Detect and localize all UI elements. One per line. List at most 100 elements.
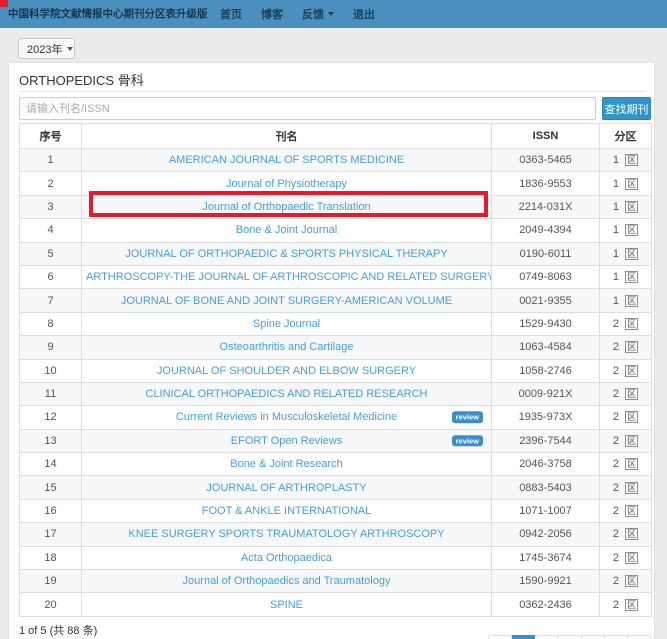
zone-cell: 1 区	[600, 242, 652, 265]
table-row: 8Spine Journal1529-94302 区	[20, 312, 652, 335]
pagination-item[interactable]: 3	[558, 635, 581, 639]
zone-cell: 2 区	[600, 476, 652, 499]
zone-box-icon: 区	[625, 341, 638, 353]
zone-cell: 2 区	[600, 593, 652, 616]
row-index: 5	[20, 242, 82, 265]
journal-link[interactable]: Bone & Joint Research	[230, 458, 343, 470]
table-row: 5 JOURNAL OF ORTHOPAEDIC & SPORTS PHYSICA…	[20, 242, 652, 265]
year-dropdown-button[interactable]: 2023年	[18, 38, 75, 59]
pagination-item[interactable]: 1	[512, 635, 535, 639]
annotation-corner-marker	[0, 0, 8, 7]
zone-cell: 1 区	[600, 265, 652, 288]
journal-name-cell: FOOT & ANKLE INTERNATIONAL	[82, 499, 492, 522]
nav-item[interactable]: 反馈	[302, 6, 334, 22]
journal-link[interactable]: SPINE	[270, 599, 303, 611]
journal-link[interactable]: EFORT Open Reviews	[231, 435, 342, 447]
journal-link[interactable]: JOURNAL OF ARTHROPLASTY	[206, 482, 366, 494]
journal-link[interactable]: JOURNAL OF ORTHOPAEDIC & SPORTS PHYSICAL…	[125, 248, 447, 260]
issn-cell: 0942-2056	[492, 523, 600, 546]
row-index: 11	[20, 382, 82, 405]
pagination-item[interactable]: 5	[605, 635, 628, 639]
zone-cell: 1 区	[600, 195, 652, 218]
zone-box-icon: 区	[625, 575, 638, 587]
table-row: 12 Current Reviews in Musculoskeletal Med…	[20, 406, 652, 429]
header-index: 序号	[20, 124, 82, 149]
page: 中国科学院文献情报中心期刊分区表升级版 首页 博客 反馈 退出 2023年 ORTHO…	[0, 0, 667, 639]
caret-down-icon	[67, 47, 73, 51]
journal-link[interactable]: Journal of Physiotherapy	[226, 178, 347, 190]
table-row: 19Journal of Orthopaedics and Traumatolo…	[20, 570, 652, 593]
zone-box-icon: 区	[625, 178, 638, 190]
zone-cell: 2 区	[600, 382, 652, 405]
row-index: 2	[20, 172, 82, 195]
journal-link[interactable]: Acta Orthopaedica	[241, 552, 332, 564]
issn-cell: 1836-9553	[492, 172, 600, 195]
row-index: 13	[20, 429, 82, 452]
table-row: 20 SPINE 0362-24362 区	[20, 593, 652, 616]
table-row: 9Osteoarthritis and Cartilage1063-45842 …	[20, 336, 652, 359]
search-button[interactable]: 查找期刊	[602, 97, 651, 120]
nav-item[interactable]: 博客	[261, 6, 283, 22]
journal-link[interactable]: Spine Journal	[253, 318, 320, 330]
journal-link[interactable]: Current Reviews in Musculoskeletal Medic…	[176, 411, 397, 423]
journal-name-cell: CLINICAL ORTHOPAEDICS AND RELATED RESEAR…	[82, 382, 492, 405]
nav-item[interactable]: 退出	[353, 6, 375, 22]
journal-name-cell: Journal of Orthopaedics and Traumatology	[82, 570, 492, 593]
pagination-item[interactable]: »	[628, 635, 651, 639]
content-panel: ORTHOPEDICS 骨科 查找期刊 序号 刊名 ISSN 分区 1AMERI…	[8, 62, 655, 639]
row-index: 20	[20, 593, 82, 616]
search-input[interactable]	[19, 97, 596, 120]
journal-name-cell: Bone & Joint Journal	[82, 219, 492, 242]
nav-item[interactable]: 首页	[220, 6, 242, 22]
issn-cell: 0009-921X	[492, 382, 600, 405]
journal-link[interactable]: Bone & Joint Journal	[236, 224, 338, 236]
table-row: 4Bone & Joint Journal2049-43941 区	[20, 219, 652, 242]
journal-name-cell: JOURNAL OF ARTHROPLASTY	[82, 476, 492, 499]
pagination-item[interactable]: 4	[582, 635, 605, 639]
journal-link[interactable]: JOURNAL OF SHOULDER AND ELBOW SURGERY	[157, 365, 416, 377]
year-label: 2023年	[27, 41, 62, 57]
pagination-item[interactable]: 2	[535, 635, 558, 639]
site-title: 中国科学院文献情报中心期刊分区表升级版	[8, 0, 208, 28]
issn-cell: 0362-2436	[492, 593, 600, 616]
zone-box-icon: 区	[625, 528, 638, 540]
journal-name-cell: SPINE	[82, 593, 492, 616]
row-index: 16	[20, 499, 82, 522]
top-navbar: 中国科学院文献情报中心期刊分区表升级版 首页 博客 反馈 退出	[0, 0, 667, 28]
pagination-summary: 1 of 5 (共 88 条)	[19, 622, 97, 638]
pagination-item[interactable]: «	[488, 635, 512, 639]
issn-cell: 1058-2746	[492, 359, 600, 382]
row-index: 6	[20, 265, 82, 288]
issn-cell: 1071-1007	[492, 499, 600, 522]
zone-cell: 2 区	[600, 453, 652, 476]
zone-box-icon: 区	[625, 295, 638, 307]
journal-link[interactable]: KNEE SURGERY SPORTS TRAUMATOLOGY ARTHROS…	[128, 528, 444, 540]
journal-link[interactable]: AMERICAN JOURNAL OF SPORTS MEDICINE	[169, 154, 404, 166]
journal-name-cell: Current Reviews in Musculoskeletal Medic…	[82, 406, 492, 429]
review-badge: review	[452, 435, 483, 447]
journal-link[interactable]: FOOT & ANKLE INTERNATIONAL	[202, 505, 372, 517]
zone-box-icon: 区	[625, 224, 638, 236]
zone-box-icon: 区	[625, 482, 638, 494]
table-header-row: 序号 刊名 ISSN 分区	[20, 124, 652, 149]
zone-box-icon: 区	[625, 201, 638, 213]
zone-box-icon: 区	[625, 388, 638, 400]
issn-cell: 2214-031X	[492, 195, 600, 218]
zone-box-icon: 区	[625, 552, 638, 564]
journal-link[interactable]: ARTHROSCOPY-THE JOURNAL OF ARTHROSCOPIC …	[86, 271, 492, 283]
issn-cell: 2396-7544	[492, 429, 600, 452]
row-index: 12	[20, 406, 82, 429]
zone-cell: 2 区	[600, 336, 652, 359]
issn-cell: 0190-6011	[492, 242, 600, 265]
row-index: 10	[20, 359, 82, 382]
issn-cell: 1063-4584	[492, 336, 600, 359]
zone-cell: 1 区	[600, 149, 652, 172]
issn-cell: 0749-8063	[492, 265, 600, 288]
journal-link[interactable]: Journal of Orthopaedics and Traumatology	[183, 575, 391, 587]
annotation-highlight-box	[89, 191, 488, 217]
journal-link[interactable]: CLINICAL ORTHOPAEDICS AND RELATED RESEAR…	[146, 388, 428, 400]
journal-link[interactable]: JOURNAL OF BONE AND JOINT SURGERY-AMERIC…	[121, 295, 452, 307]
zone-cell: 2 区	[600, 312, 652, 335]
row-index: 14	[20, 453, 82, 476]
journal-link[interactable]: Osteoarthritis and Cartilage	[220, 341, 354, 353]
